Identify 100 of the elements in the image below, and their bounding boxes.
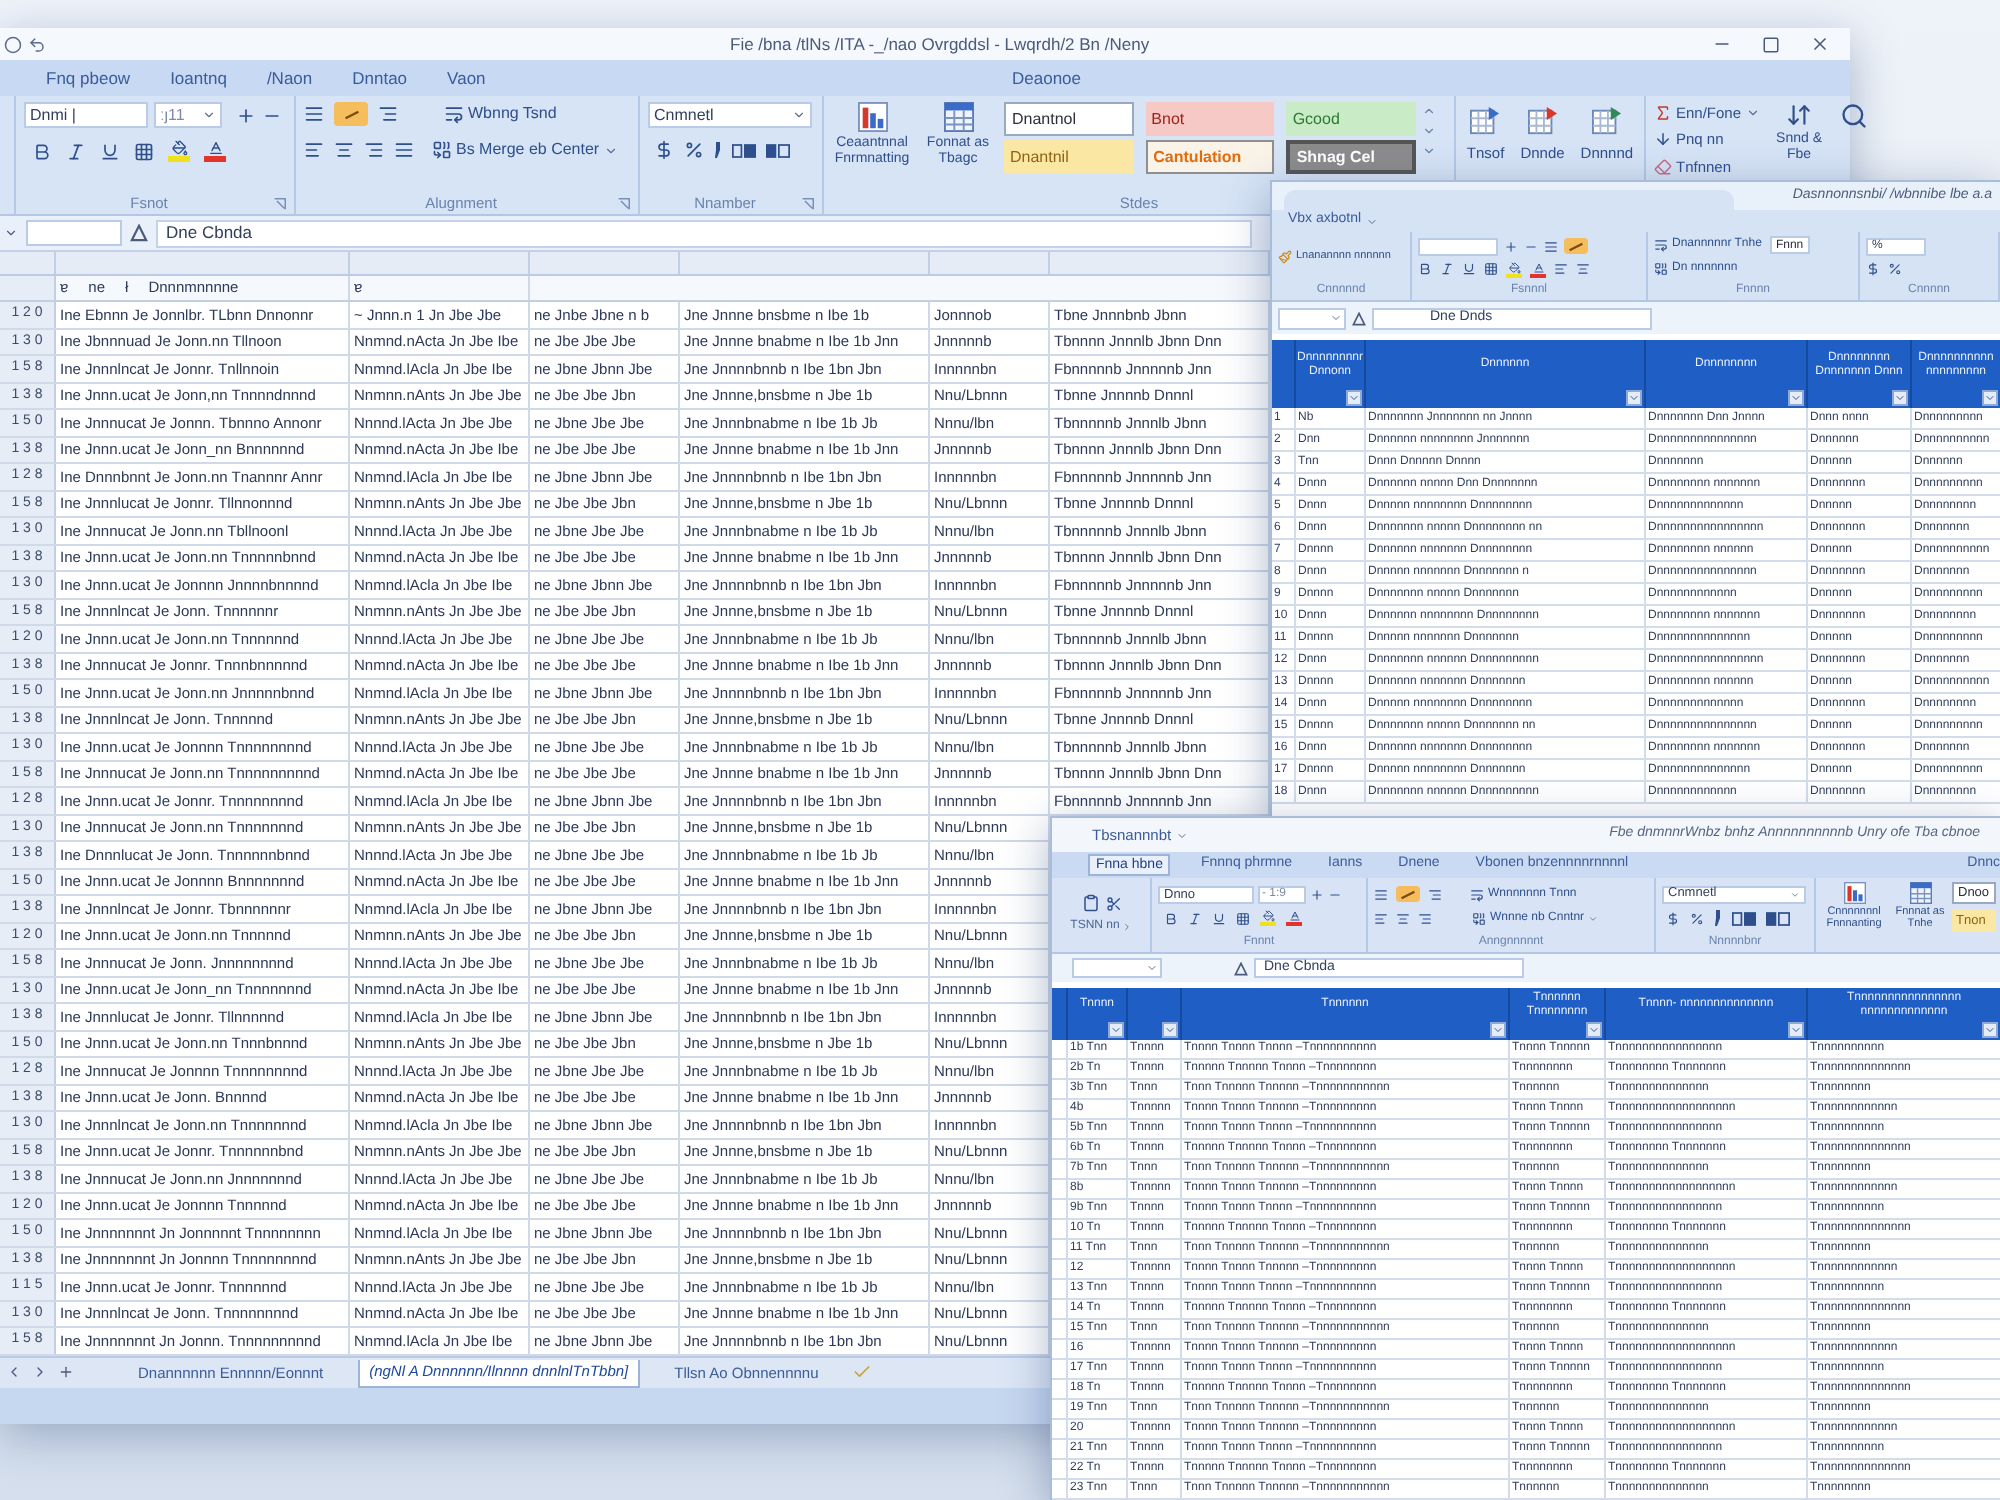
align-left-icon[interactable] <box>304 140 324 160</box>
bold-icon[interactable] <box>1418 262 1432 276</box>
caret-icon <box>1984 1024 1996 1036</box>
indent-icon[interactable] <box>378 104 398 124</box>
undo-icon[interactable] <box>28 35 46 53</box>
increase-decimal-icon[interactable] <box>1732 909 1756 927</box>
fill-color-icon[interactable] <box>1506 261 1522 277</box>
align-top-icon[interactable] <box>1374 887 1388 901</box>
ribbon-tab[interactable]: Ioantnq <box>164 64 233 92</box>
merge-center-button[interactable]: Bs Merge eb Center <box>432 138 618 162</box>
caret-icon[interactable] <box>4 226 18 240</box>
caret-icon <box>1588 1024 1600 1036</box>
italic-icon[interactable] <box>66 141 86 161</box>
format-cells-icon <box>1591 106 1622 136</box>
orientation-icon[interactable] <box>334 102 368 126</box>
check-icon[interactable] <box>852 1362 873 1382</box>
currency-icon[interactable] <box>654 140 674 160</box>
align-top-icon[interactable] <box>304 104 324 124</box>
italic-icon[interactable] <box>1440 262 1454 276</box>
ribbon-tab[interactable]: Fnq pbeow <box>40 64 137 92</box>
triangle-icon[interactable] <box>1234 961 1248 975</box>
orientation-icon[interactable] <box>1564 238 1588 254</box>
align-right-icon[interactable] <box>364 140 384 160</box>
caret-icon <box>1894 392 1906 404</box>
align-center-icon[interactable] <box>1396 911 1410 925</box>
wrap-text-icon <box>444 104 464 124</box>
font-name-field[interactable] <box>1418 237 1498 255</box>
formula-field[interactable]: Dne Cbnda <box>156 219 1252 247</box>
ribbon-tab[interactable]: Dnntao <box>346 64 414 92</box>
sigma-icon <box>1654 104 1672 123</box>
orientation-icon[interactable] <box>1396 886 1420 902</box>
triangle-icon[interactable] <box>130 224 148 242</box>
new-sheet-icon[interactable] <box>58 1364 74 1380</box>
search-icon[interactable] <box>1839 102 1868 130</box>
bold-icon[interactable] <box>1164 911 1178 925</box>
increase-decimal-icon[interactable] <box>732 141 756 159</box>
app-icon[interactable] <box>4 35 22 53</box>
font-color-icon[interactable] <box>204 140 226 162</box>
percent-icon[interactable] <box>1690 911 1704 925</box>
align-top-icon[interactable] <box>1544 239 1558 253</box>
currency-icon[interactable] <box>1866 262 1880 276</box>
decrease-decimal-icon[interactable] <box>1766 909 1790 927</box>
wrap-text-button[interactable]: Wbnng Tsnd <box>444 102 557 126</box>
underline-icon[interactable] <box>1212 911 1226 925</box>
table-icon <box>1909 882 1931 904</box>
ribbon-tab[interactable]: Vaon <box>441 64 492 92</box>
ribbon-tab[interactable]: /Naon <box>260 64 319 92</box>
plus-icon[interactable] <box>1504 239 1518 253</box>
align-left-icon[interactable] <box>1374 911 1388 925</box>
bold-icon[interactable] <box>32 141 52 161</box>
currency-icon[interactable] <box>1666 911 1680 925</box>
comma-style-icon[interactable] <box>1714 910 1722 926</box>
cell-style-item[interactable]: Dnantnol <box>1004 102 1134 136</box>
justify-icon[interactable] <box>394 140 414 160</box>
conditional-formatting-icon <box>857 102 887 132</box>
font-color-icon[interactable] <box>1530 261 1546 277</box>
caret-icon <box>1790 392 1802 404</box>
maximize-icon[interactable] <box>1762 35 1780 53</box>
decrease-decimal-icon[interactable] <box>766 141 790 159</box>
triangle-icon[interactable] <box>1352 311 1366 325</box>
borders-icon[interactable] <box>1484 262 1498 276</box>
caret-icon <box>1146 962 1158 974</box>
borders-icon[interactable] <box>1236 911 1250 925</box>
font-color-icon[interactable] <box>1286 910 1302 926</box>
clipboard-icon[interactable] <box>1081 894 1099 912</box>
caret-icon <box>1365 215 1378 227</box>
caret-icon <box>202 108 216 122</box>
fill-color-icon[interactable] <box>1260 910 1276 926</box>
next-sheet-icon[interactable] <box>32 1364 48 1380</box>
align-right-icon[interactable] <box>1418 911 1432 925</box>
cell-style-item[interactable]: Dnantnil <box>1004 140 1134 174</box>
close-icon[interactable] <box>1810 34 1830 54</box>
plus-icon[interactable] <box>236 105 256 125</box>
percent-icon[interactable] <box>1888 262 1902 276</box>
font-name-field[interactable]: Dnmi | <box>24 102 148 128</box>
align-left-icon[interactable] <box>1554 262 1568 276</box>
caret-icon <box>1745 106 1760 121</box>
insert-cells-icon <box>1470 106 1501 136</box>
scissors-icon[interactable] <box>1105 895 1121 911</box>
number-format-field[interactable]: Cnmnetl <box>648 102 812 128</box>
font-size-field[interactable]: ːȷ11 <box>154 102 222 128</box>
plus-icon[interactable] <box>1310 888 1324 902</box>
italic-icon[interactable] <box>1188 911 1202 925</box>
comma-style-icon[interactable] <box>714 142 722 158</box>
underline-icon[interactable] <box>1462 262 1476 276</box>
conditional-formatting-icon <box>1843 882 1865 904</box>
borders-icon[interactable] <box>134 141 154 161</box>
ribbon-tab[interactable]: Deaonoe <box>1006 65 1088 91</box>
cell-style-item[interactable]: Bnot <box>1145 102 1275 136</box>
percent-icon[interactable] <box>684 140 704 160</box>
align-center-icon[interactable] <box>1576 262 1590 276</box>
indent-icon[interactable] <box>1428 887 1442 901</box>
fill-color-icon[interactable] <box>168 140 190 162</box>
cell-style-item[interactable]: Gcood <box>1286 102 1416 136</box>
underline-icon[interactable] <box>100 141 120 161</box>
caret-icon <box>1164 1024 1176 1036</box>
delete-cells-icon <box>1527 106 1558 136</box>
cell-style-item[interactable]: Shnag Cel <box>1286 140 1416 174</box>
align-center-icon[interactable] <box>334 140 354 160</box>
previous-sheet-icon[interactable] <box>6 1364 22 1380</box>
